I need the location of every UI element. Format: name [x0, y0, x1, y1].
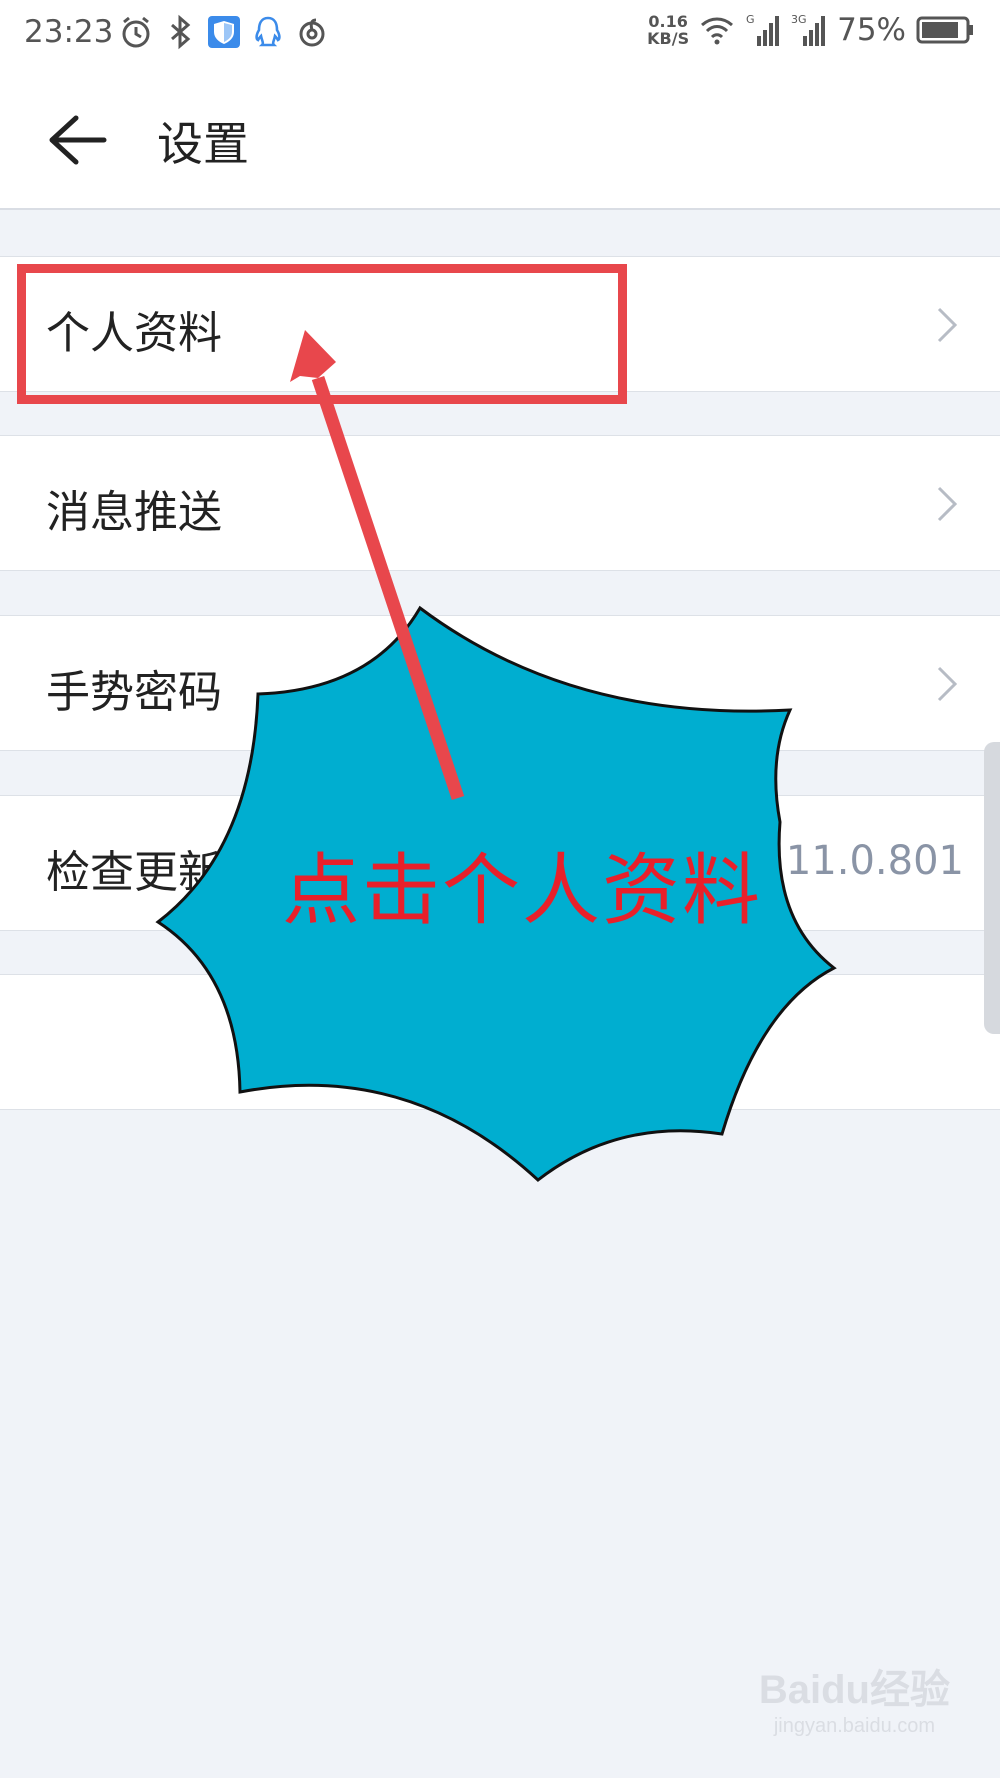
status-bar: 23:23 0.16 KB/S G 3G 75%	[0, 0, 1000, 72]
settings-row-push[interactable]: 消息推送	[0, 435, 1000, 571]
status-time: 23:23	[24, 14, 114, 50]
app-header: 设置	[0, 72, 1000, 210]
signal-g-label: G	[746, 13, 755, 26]
status-icons-left	[118, 14, 330, 50]
settings-row-gesture[interactable]: 手势密码	[0, 615, 1000, 751]
settings-row-label: 消息推送	[46, 487, 222, 538]
bluetooth-icon	[171, 14, 191, 50]
callout-text: 点击个人资料	[282, 846, 763, 936]
highlight-box	[17, 264, 627, 404]
back-arrow-icon[interactable]	[46, 112, 108, 168]
shield-icon	[208, 16, 240, 48]
signal-3g-icon: 3G	[791, 13, 826, 46]
battery-percent: 75%	[837, 12, 906, 48]
net-speed-value: 0.16	[648, 12, 688, 31]
signal-3g-label: 3G	[791, 13, 807, 26]
net-speed: 0.16 KB/S	[647, 13, 689, 47]
qq-icon	[255, 16, 281, 47]
settings-row-empty	[0, 974, 1000, 1110]
scroll-handle[interactable]	[984, 742, 1000, 1034]
chevron-right-icon	[937, 486, 958, 522]
watermark-url: jingyan.baidu.com	[773, 1715, 936, 1737]
watermark: Baidu经验 jingyan.baidu.com	[759, 1657, 950, 1738]
netease-music-icon	[299, 18, 325, 47]
status-icons-right: 0.16 KB/S G 3G 75%	[647, 12, 974, 48]
chevron-right-icon	[937, 666, 958, 702]
signal-icon: G	[746, 13, 780, 46]
chevron-right-icon	[937, 307, 958, 343]
settings-row-label: 手势密码	[46, 667, 222, 718]
net-speed-unit: KB/S	[647, 29, 690, 48]
battery-icon	[916, 16, 973, 44]
settings-row-label: 检查更新	[46, 847, 222, 898]
alarm-icon	[122, 16, 150, 48]
page-title: 设置	[157, 117, 249, 171]
version-value: 2.11.0.801	[747, 838, 964, 884]
wifi-icon	[701, 17, 734, 45]
watermark-logo: Baidu经验	[758, 1668, 950, 1712]
